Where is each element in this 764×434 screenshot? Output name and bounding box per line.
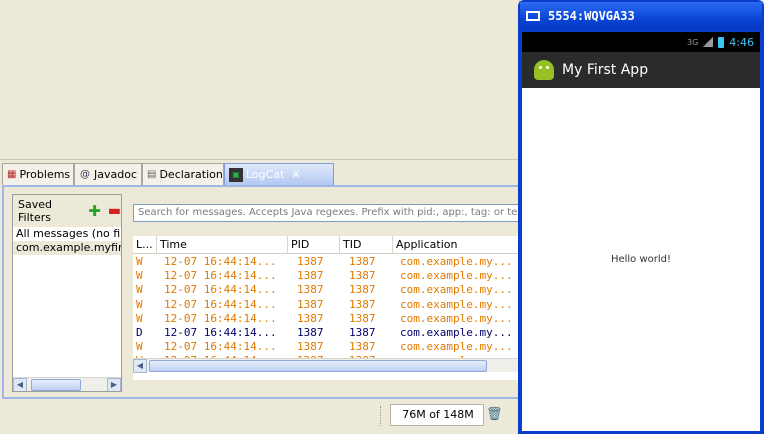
problems-icon: ▦ [7, 168, 17, 180]
tab-logcat[interactable]: ▣ LogCat ✕ [224, 163, 334, 185]
cell-tid: 1387 [349, 297, 376, 311]
window-icon [526, 11, 540, 21]
table-row[interactable]: W 12-07 16:44:14... 1387 1387 com.example.my… [133, 255, 522, 269]
cell-tid: 1387 [349, 340, 376, 354]
cell-level: W [136, 297, 143, 311]
tab-problems[interactable]: ▦ Problems [2, 163, 74, 185]
add-filter-icon[interactable]: ✚ [88, 202, 101, 220]
table-row[interactable]: W 12-07 16:44:14... 1387 1387 com.example.my… [133, 269, 522, 283]
cell-pid: 1387 [297, 297, 324, 311]
cell-level: W [136, 255, 143, 268]
view-tab-bar: ▦ Problems @ Javadoc ▤ Declaration ▣ Log… [2, 163, 520, 185]
tab-label: Problems [19, 168, 71, 181]
emulator-window: 5554:WQVGA33 3G 4:46 My First App Hello … [518, 0, 764, 434]
column-header-time[interactable]: Time [157, 236, 288, 254]
scroll-thumb[interactable] [31, 379, 81, 391]
logcat-table: L... Time PID TID Application W 12-07 16:… [133, 236, 522, 380]
hello-text: Hello world! [610, 254, 672, 265]
garbage-collect-icon[interactable]: 🗑 [486, 405, 503, 425]
cell-pid: 1387 [297, 269, 324, 283]
cell-tid: 1387 [349, 283, 376, 297]
cell-time: 12-07 16:44:14... [164, 297, 277, 311]
scroll-thumb[interactable] [149, 360, 487, 372]
emulator-title-bar[interactable]: 5554:WQVGA33 [520, 2, 762, 30]
cell-level: W [136, 340, 143, 354]
app-title: My First App [562, 62, 649, 78]
cell-level: D [136, 326, 143, 339]
cell-pid: 1387 [297, 255, 324, 268]
status-separator [380, 406, 384, 426]
cell-time: 12-07 16:44:14... [164, 326, 277, 339]
filters-horizontal-scrollbar[interactable]: ◀ ▶ [13, 377, 121, 391]
saved-filters-pane: Saved Filters ✚ ▬ All messages (no filt … [12, 194, 122, 392]
logcat-panel: Saved Filters ✚ ▬ All messages (no filt … [2, 185, 525, 399]
cell-app: com.example.my... [400, 297, 513, 311]
table-row[interactable]: W 12-07 16:44:14... 1387 1387 com.example.my… [133, 312, 522, 326]
cell-time: 12-07 16:44:14... [164, 283, 277, 297]
cell-app: com.example.my... [400, 340, 513, 354]
android-status-bar: 3G 4:46 [522, 32, 760, 52]
heap-status[interactable]: 76M of 148M [390, 404, 484, 426]
cell-time: 12-07 16:44:14... [164, 255, 277, 268]
cell-tid: 1387 [349, 269, 376, 283]
editor-area [0, 0, 520, 160]
table-horizontal-scrollbar[interactable]: ◀ [133, 358, 522, 373]
scroll-right-icon[interactable]: ▶ [107, 378, 121, 391]
cell-pid: 1387 [297, 283, 324, 297]
cell-tid: 1387 [349, 311, 376, 325]
column-header-pid[interactable]: PID [288, 236, 340, 254]
cell-app: com.example.my... [400, 326, 513, 339]
column-header-level[interactable]: L... [133, 236, 157, 254]
cell-app: com.example.my... [400, 255, 513, 268]
table-row[interactable]: D 12-07 16:44:14... 1387 1387 com.example.my… [133, 326, 522, 340]
saved-filters-header: Saved Filters ✚ ▬ [13, 195, 121, 227]
cell-app: com.example.my... [400, 283, 513, 297]
logcat-icon: ▣ [229, 167, 243, 182]
tab-label: LogCat [246, 168, 285, 181]
android-app-icon [534, 60, 554, 80]
signal-icon [703, 37, 714, 47]
table-header: L... Time PID TID Application [133, 236, 522, 254]
search-input[interactable]: Search for messages. Accepts Java regexe… [133, 204, 525, 222]
scroll-left-icon[interactable]: ◀ [13, 378, 27, 391]
cell-level: W [136, 269, 143, 283]
cell-tid: 1387 [349, 255, 376, 268]
emulator-title: 5554:WQVGA33 [548, 9, 635, 23]
table-row[interactable]: W 12-07 16:44:14... 1387 1387 com.example.my… [133, 340, 522, 354]
cell-pid: 1387 [297, 311, 324, 325]
cell-time: 12-07 16:44:14... [164, 269, 277, 283]
remove-filter-icon[interactable]: ▬ [108, 203, 121, 219]
tab-label: Javadoc [94, 168, 137, 181]
cell-level: W [136, 311, 143, 325]
saved-filters-title: Saved Filters [18, 198, 52, 224]
battery-icon [718, 36, 725, 48]
cell-app: com.example.my... [400, 269, 513, 283]
cell-time: 12-07 16:44:14... [164, 311, 277, 325]
cell-pid: 1387 [297, 326, 324, 339]
heap-status-text: 76M of 148M [402, 408, 474, 421]
cell-time: 12-07 16:44:14... [164, 340, 277, 354]
column-header-application[interactable]: Application [393, 236, 522, 254]
cell-tid: 1387 [349, 326, 376, 339]
clock: 4:46 [729, 35, 754, 49]
network-type: 3G [687, 37, 699, 47]
declaration-icon: ▤ [147, 168, 157, 180]
scroll-left-icon[interactable]: ◀ [133, 359, 147, 373]
tab-label: Declaration [159, 168, 223, 181]
table-row[interactable]: W 12-07 16:44:14... 1387 1387 com.example.my… [133, 298, 522, 312]
android-content: Hello world! [522, 88, 760, 431]
cell-app: com.example.my... [400, 311, 513, 325]
filter-item-app[interactable]: com.example.myfirs [13, 241, 121, 255]
android-action-bar: My First App [522, 52, 760, 88]
at-icon: @ [80, 168, 90, 180]
cell-level: W [136, 283, 143, 297]
column-header-tid[interactable]: TID [340, 236, 393, 254]
cell-pid: 1387 [297, 340, 324, 354]
filter-item-all-messages[interactable]: All messages (no filt [13, 227, 121, 241]
close-icon[interactable]: ✕ [291, 168, 300, 181]
tab-declaration[interactable]: ▤ Declaration [142, 163, 224, 185]
table-row[interactable]: W 12-07 16:44:14... 1387 1387 com.example.my… [133, 283, 522, 297]
tab-javadoc[interactable]: @ Javadoc [74, 163, 142, 185]
